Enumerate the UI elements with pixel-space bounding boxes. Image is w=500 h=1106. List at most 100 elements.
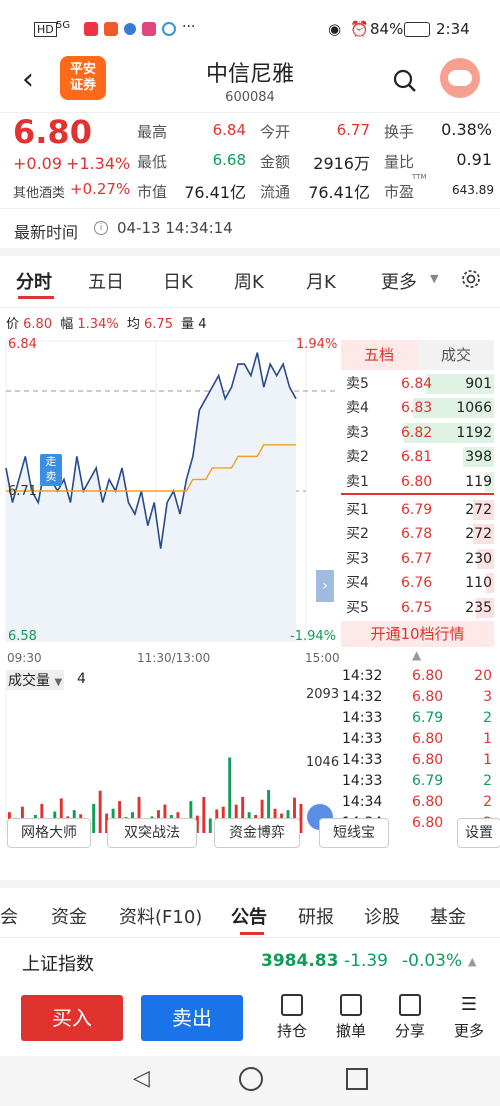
tick-price: 6.80 [412,815,444,831]
cancel-order-button[interactable]: 撤单 [323,994,379,1041]
level-volume: 272 [465,502,492,518]
ratio-value: 0.91 [456,150,492,169]
index-value: 3984.83 [261,951,339,971]
chip-double-break[interactable]: 双突战法 [107,818,197,848]
tick-row: 14:33 6.80 1 [342,750,494,771]
tab-intraday[interactable]: 分时 [16,268,52,294]
tab-fund[interactable]: 基金 [430,903,466,929]
tab-five-day[interactable]: 五日 [88,268,124,294]
tab-funds[interactable]: 资金 [51,903,87,929]
ask-row[interactable]: 卖4 6.83 1066 [341,396,494,420]
amount-label: 金额 [260,153,291,171]
sector-change[interactable]: +0.27% [70,180,130,198]
y-mid-label: 6.71 [8,484,37,499]
nav-back-icon[interactable]: ◁ [133,1066,150,1091]
tick-volume: 2 [483,773,492,789]
low-label: 最低 [137,153,168,171]
orderbook-divider [341,493,494,495]
level-volume: 230 [465,550,492,567]
alarm-icon: ⏰ [350,20,369,38]
volume-bar [202,796,206,833]
chip-grid-master[interactable]: 网格大师 [7,818,91,848]
stock-code: 600084 [225,90,275,105]
tab-trades[interactable]: 成交 [418,340,494,370]
level-price: 6.84 [401,376,433,392]
y-top-label: 6.84 [8,337,37,352]
tab-more[interactable]: 更多 [381,268,417,294]
tick-row: 14:32 6.80 3 [342,687,494,708]
float-value: 76.41亿 [308,183,370,202]
tab-five-levels[interactable]: 五档 [341,340,417,370]
tab-research[interactable]: 研报 [298,903,334,929]
holdings-button[interactable]: 持仓 [264,994,320,1041]
tick-row: 14:33 6.79 2 [342,708,494,729]
tick-row: 14:32 6.80 20 [342,666,494,687]
bid-row[interactable]: 买1 6.79 272 [341,498,494,522]
expand-up-icon[interactable]: ▲ [468,955,476,968]
assistant-avatar[interactable] [440,58,480,98]
upgrade-ten-level-button[interactable]: 开通10档行情 [341,621,494,647]
tab-diagnosis[interactable]: 诊股 [364,903,400,929]
tick-price: 6.80 [412,752,444,768]
app-icon-4 [142,22,156,36]
sector-label[interactable]: 其他酒类 [13,182,65,201]
settings-gear-icon[interactable] [460,268,482,290]
ratio-label: 量比 [384,153,415,171]
tab-monthly-k[interactable]: 月K [306,268,336,294]
ask-row[interactable]: 卖5 6.84 901 [341,372,494,396]
settings-button[interactable]: 设置 [457,818,500,848]
cancel-order-label: 撤单 [335,1022,366,1040]
chip-short-line[interactable]: 短线宝 [319,818,389,848]
hd-icon: HD [34,22,57,37]
volume-selector[interactable]: 成交量 ▼ [6,670,65,690]
price-change: +0.09 [13,154,63,173]
search-icon[interactable] [392,68,418,94]
more-label: 更多 [453,1022,484,1040]
ask-row[interactable]: 卖3 6.82 1192 [341,421,494,445]
collapse-arrow-icon[interactable]: ▲ [412,648,421,662]
ask-row[interactable]: 卖1 6.80 119 [341,470,494,494]
tab-f10[interactable]: 资料(F10) [119,903,202,929]
latest-time-label: 最新时间 [14,223,79,242]
sell-marker[interactable]: 走 卖 [40,454,62,486]
index-name[interactable]: 上证指数 [22,950,94,976]
tick-volume: 3 [483,689,492,705]
expand-panel-icon[interactable]: › [316,570,334,602]
chip-fund-game[interactable]: 资金博弈 [214,818,300,848]
ask-row[interactable]: 卖2 6.81 398 [341,445,494,469]
tick-time: 14:34 [342,794,383,810]
tab-announcements[interactable]: 公告 [231,903,267,929]
status-bar: HD 5G ··· ◉ ⏰ 84% 2:34 [0,0,500,58]
bid-row[interactable]: 买4 6.76 110 [341,571,494,595]
level-price: 6.80 [401,473,433,490]
bid-row[interactable]: 买5 6.75 235 [341,596,494,620]
divider [0,307,500,308]
level-label: 卖2 [346,449,369,466]
chart-info-line: 价 6.80 幅 1.34% 均 6.75 量 4 [6,313,207,332]
level-volume: 1192 [456,424,492,441]
nav-recents-icon[interactable] [346,1068,368,1090]
tick-price: 6.80 [412,731,444,747]
tick-price: 6.79 [412,773,444,789]
info-icon[interactable]: i [94,221,108,235]
bid-row[interactable]: 买3 6.77 230 [341,547,494,571]
more-button[interactable]: ☰ 更多 [441,994,497,1041]
pe-value: 643.89 [452,183,494,197]
level-volume: 110 [465,575,492,592]
share-button[interactable]: 分享 [382,994,438,1041]
tab-weekly-k[interactable]: 周K [234,268,264,294]
tab-daily-k[interactable]: 日K [163,268,193,294]
pe-ttm-sup: TTM [412,173,427,181]
chevron-down-icon[interactable]: ▼ [430,272,438,285]
divider [0,937,500,938]
bid-row[interactable]: 买2 6.78 272 [341,522,494,546]
buy-button[interactable]: 买入 [21,995,123,1041]
app-icon-1 [84,22,98,36]
tab-meeting[interactable]: 会 [0,903,18,929]
tick-time: 14:33 [342,752,383,768]
intraday-chart[interactable] [0,335,340,647]
turnover-value: 0.38% [441,120,492,139]
nav-home-icon[interactable] [239,1067,263,1091]
tick-volume: 20 [474,668,492,684]
sell-button[interactable]: 卖出 [141,995,243,1041]
